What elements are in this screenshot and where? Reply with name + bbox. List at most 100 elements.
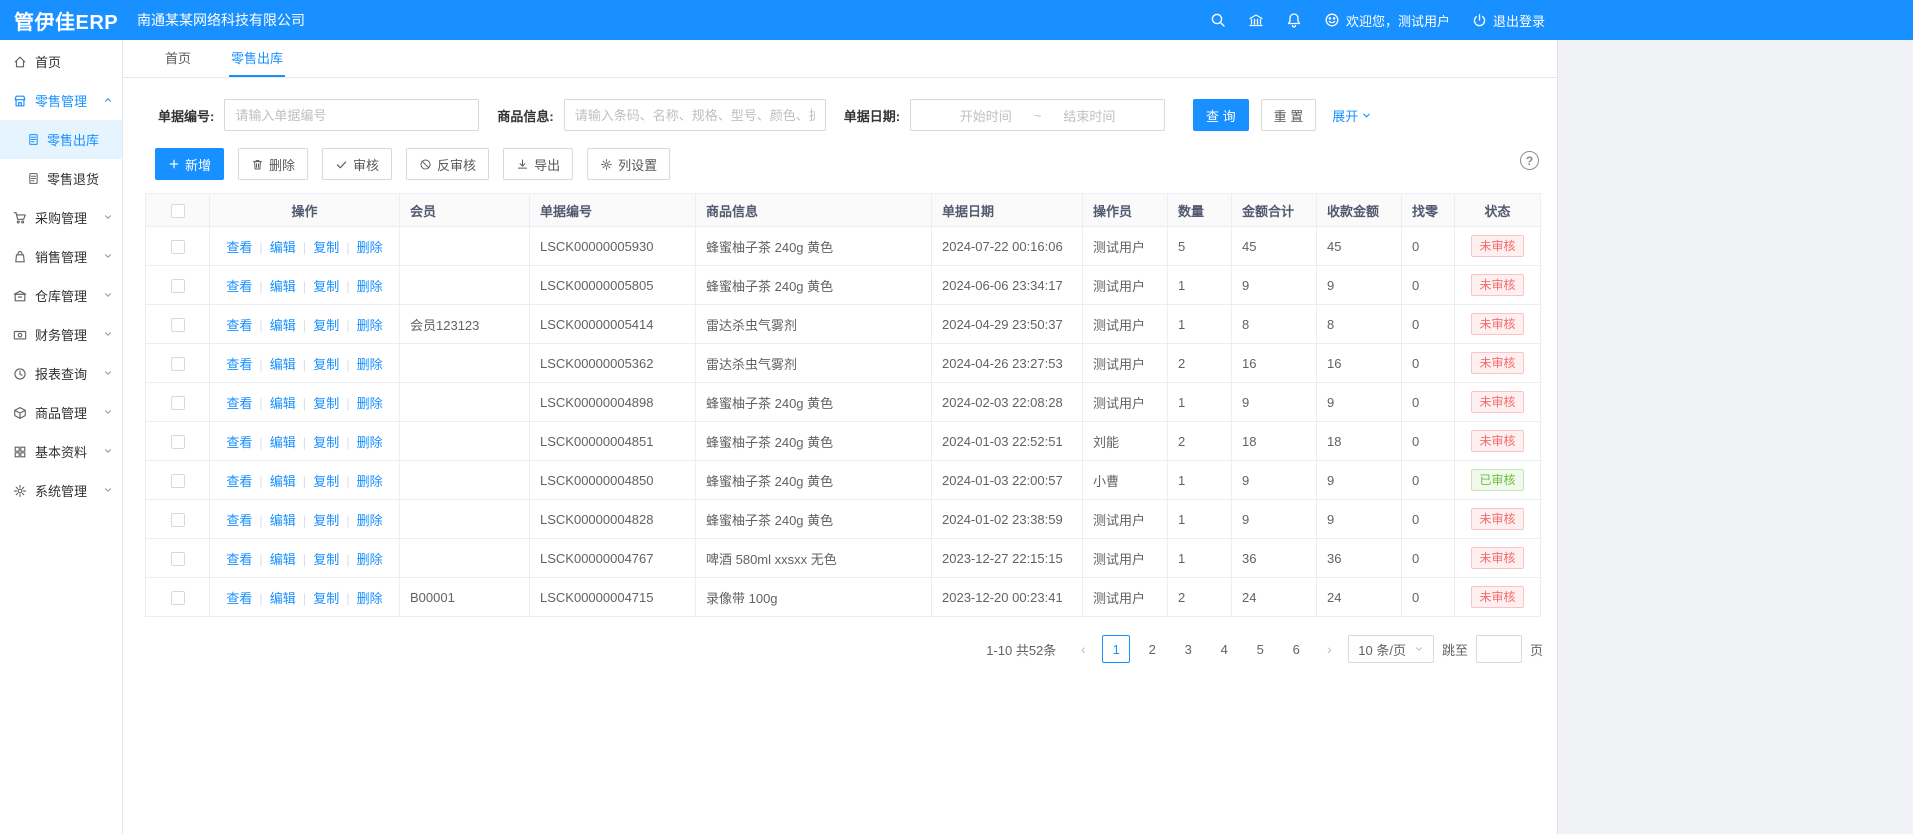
row-action-edit[interactable]: 编辑 [270, 279, 296, 294]
row-action-view[interactable]: 查看 [226, 318, 252, 333]
building-icon[interactable] [1248, 12, 1264, 28]
row-action-edit[interactable]: 编辑 [270, 591, 296, 606]
sidebar-group-sales[interactable]: 销售管理 [0, 237, 122, 276]
row-action-edit[interactable]: 编辑 [270, 435, 296, 450]
row-action-copy[interactable]: 复制 [313, 357, 339, 372]
search-button[interactable]: 查 询 [1193, 99, 1249, 131]
date-range-picker[interactable]: 开始时间 ~ 结束时间 [910, 99, 1165, 131]
row-action-delete[interactable]: 删除 [357, 435, 383, 450]
row-action-view[interactable]: 查看 [226, 591, 252, 606]
sidebar-item-label: 商品管理 [35, 403, 87, 422]
row-checkbox[interactable] [171, 357, 185, 371]
row-action-delete[interactable]: 删除 [357, 396, 383, 411]
audit-button[interactable]: 审核 [322, 148, 392, 180]
export-button[interactable]: 导出 [503, 148, 573, 180]
row-action-copy[interactable]: 复制 [313, 435, 339, 450]
delete-button[interactable]: 删除 [238, 148, 308, 180]
reset-button[interactable]: 重 置 [1261, 99, 1317, 131]
user-menu[interactable]: 欢迎您，测试用户 [1324, 11, 1450, 30]
row-operator: 测试用户 [1083, 266, 1168, 305]
row-checkbox[interactable] [171, 240, 185, 254]
sidebar-group-products[interactable]: 商品管理 [0, 393, 122, 432]
prev-page-icon[interactable]: ‹ [1072, 635, 1094, 663]
row-action-delete[interactable]: 删除 [357, 552, 383, 567]
header-operator: 操作员 [1083, 194, 1168, 227]
column-settings-button[interactable]: 列设置 [587, 148, 670, 180]
sidebar-item-home[interactable]: 首页 [0, 42, 122, 81]
row-change: 0 [1402, 227, 1455, 266]
row-action-delete[interactable]: 删除 [357, 357, 383, 372]
action-separator: | [346, 279, 349, 294]
table-row: 查看|编辑|复制|删除B00001LSCK00000004715录像带 100g… [146, 578, 1541, 617]
row-checkbox[interactable] [171, 435, 185, 449]
sidebar-group-retail[interactable]: 零售管理 [0, 81, 122, 120]
row-checkbox[interactable] [171, 474, 185, 488]
select-all-checkbox[interactable] [171, 204, 185, 218]
row-action-copy[interactable]: 复制 [313, 240, 339, 255]
row-action-delete[interactable]: 删除 [357, 591, 383, 606]
page-button-6[interactable]: 6 [1282, 635, 1310, 663]
page-button-4[interactable]: 4 [1210, 635, 1238, 663]
sidebar-item-label: 零售退货 [47, 169, 99, 188]
sidebar-group-system[interactable]: 系统管理 [0, 471, 122, 510]
search-icon[interactable] [1210, 12, 1226, 28]
row-action-edit[interactable]: 编辑 [270, 318, 296, 333]
tab-retail-outbound[interactable]: 零售出库 [229, 40, 285, 77]
row-checkbox[interactable] [171, 279, 185, 293]
row-action-edit[interactable]: 编辑 [270, 552, 296, 567]
row-action-delete[interactable]: 删除 [357, 513, 383, 528]
row-action-view[interactable]: 查看 [226, 435, 252, 450]
row-action-copy[interactable]: 复制 [313, 591, 339, 606]
jump-page-input[interactable] [1476, 635, 1522, 663]
row-action-view[interactable]: 查看 [226, 474, 252, 489]
row-action-copy[interactable]: 复制 [313, 318, 339, 333]
row-checkbox[interactable] [171, 396, 185, 410]
row-action-edit[interactable]: 编辑 [270, 513, 296, 528]
sidebar-group-reports[interactable]: 报表查询 [0, 354, 122, 393]
row-checkbox[interactable] [171, 513, 185, 527]
bell-icon[interactable] [1286, 12, 1302, 28]
row-action-copy[interactable]: 复制 [313, 552, 339, 567]
page-button-5[interactable]: 5 [1246, 635, 1274, 663]
sidebar-group-finance[interactable]: 财务管理 [0, 315, 122, 354]
sidebar-item-retail-return[interactable]: 零售退货 [0, 159, 122, 198]
sidebar-group-purchase[interactable]: 采购管理 [0, 198, 122, 237]
row-action-edit[interactable]: 编辑 [270, 396, 296, 411]
row-action-view[interactable]: 查看 [226, 552, 252, 567]
row-action-copy[interactable]: 复制 [313, 396, 339, 411]
unaudit-button[interactable]: 反审核 [406, 148, 489, 180]
sidebar-group-warehouse[interactable]: 仓库管理 [0, 276, 122, 315]
page-button-3[interactable]: 3 [1174, 635, 1202, 663]
row-action-view[interactable]: 查看 [226, 396, 252, 411]
expand-link[interactable]: 展开 [1332, 106, 1372, 125]
sidebar-group-basic-data[interactable]: 基本资料 [0, 432, 122, 471]
row-action-delete[interactable]: 删除 [357, 318, 383, 333]
row-action-edit[interactable]: 编辑 [270, 357, 296, 372]
row-action-delete[interactable]: 删除 [357, 279, 383, 294]
bill-no-input[interactable] [224, 99, 479, 131]
row-checkbox[interactable] [171, 552, 185, 566]
sidebar-item-retail-outbound[interactable]: 零售出库 [0, 120, 122, 159]
next-page-icon[interactable]: › [1318, 635, 1340, 663]
row-action-copy[interactable]: 复制 [313, 279, 339, 294]
page-button-2[interactable]: 2 [1138, 635, 1166, 663]
row-action-delete[interactable]: 删除 [357, 240, 383, 255]
page-button-1[interactable]: 1 [1102, 635, 1130, 663]
row-action-edit[interactable]: 编辑 [270, 240, 296, 255]
row-action-view[interactable]: 查看 [226, 279, 252, 294]
help-icon[interactable]: ? [1520, 151, 1539, 170]
add-button[interactable]: 新增 [155, 148, 224, 180]
row-action-view[interactable]: 查看 [226, 240, 252, 255]
tab-home[interactable]: 首页 [163, 40, 193, 77]
row-action-view[interactable]: 查看 [226, 513, 252, 528]
row-action-delete[interactable]: 删除 [357, 474, 383, 489]
row-action-view[interactable]: 查看 [226, 357, 252, 372]
page-size-select[interactable]: 10 条/页 [1348, 635, 1434, 663]
product-info-input[interactable] [564, 99, 826, 131]
row-checkbox[interactable] [171, 591, 185, 605]
row-action-copy[interactable]: 复制 [313, 513, 339, 528]
logout-button[interactable]: 退出登录 [1472, 11, 1545, 30]
row-action-copy[interactable]: 复制 [313, 474, 339, 489]
row-action-edit[interactable]: 编辑 [270, 474, 296, 489]
row-checkbox[interactable] [171, 318, 185, 332]
